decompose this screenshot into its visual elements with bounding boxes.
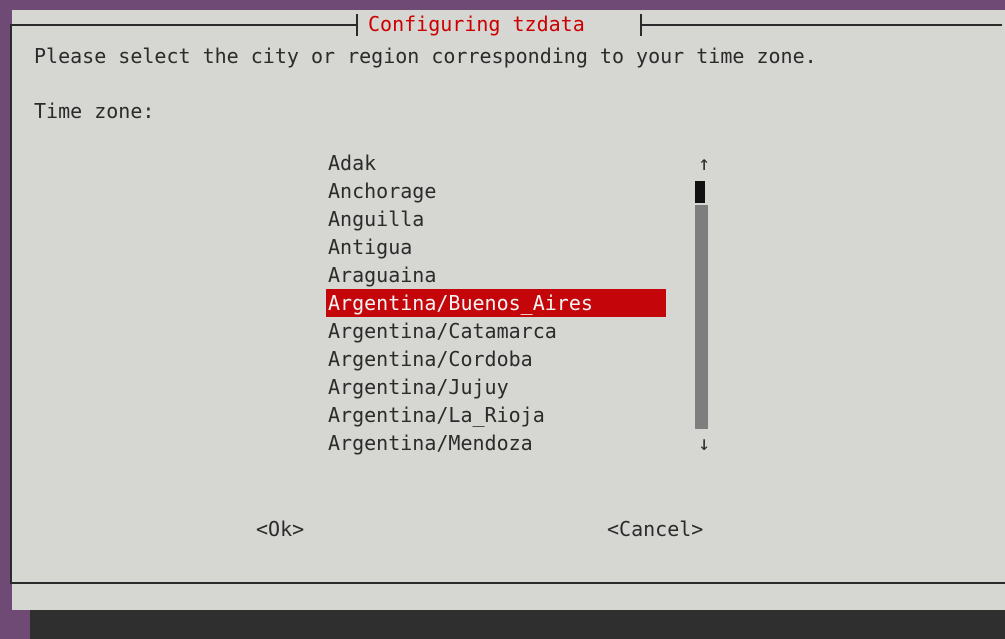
timezone-list[interactable]: Adak Anchorage Anguilla Antigua Araguain… — [326, 149, 666, 457]
dialog-shadow — [30, 610, 1005, 639]
list-item-selected[interactable]: Argentina/Buenos_Aires — [326, 289, 666, 317]
list-item[interactable]: Anguilla — [326, 205, 666, 233]
title-tick-left — [356, 14, 358, 36]
dialog-prompt: Please select the city or region corresp… — [34, 44, 817, 68]
list-item[interactable]: Adak — [326, 149, 666, 177]
list-item[interactable]: Araguaina — [326, 261, 666, 289]
list-item[interactable]: Antigua — [326, 233, 666, 261]
ok-button[interactable]: <Ok> — [256, 515, 304, 543]
scroll-down-arrow-icon[interactable]: ↓ — [694, 429, 714, 457]
list-item[interactable]: Argentina/Mendoza — [326, 429, 666, 457]
list-item[interactable]: Argentina/Catamarca — [326, 317, 666, 345]
frame-top-right-line — [642, 24, 1002, 26]
scrollbar-track[interactable] — [695, 205, 708, 429]
list-item[interactable]: Argentina/Cordoba — [326, 345, 666, 373]
list-item[interactable]: Argentina/La_Rioja — [326, 401, 666, 429]
frame-top-left-line — [10, 24, 356, 26]
time-zone-label: Time zone: — [34, 99, 155, 123]
title-tick-right — [640, 14, 642, 36]
dialog-title: Configuring tzdata — [368, 12, 585, 36]
scroll-up-arrow-icon[interactable]: ↑ — [694, 149, 714, 177]
cancel-button[interactable]: <Cancel> — [607, 515, 703, 543]
list-item[interactable]: Argentina/Jujuy — [326, 373, 666, 401]
scrollbar-thumb[interactable] — [695, 181, 705, 203]
list-item[interactable]: Anchorage — [326, 177, 666, 205]
